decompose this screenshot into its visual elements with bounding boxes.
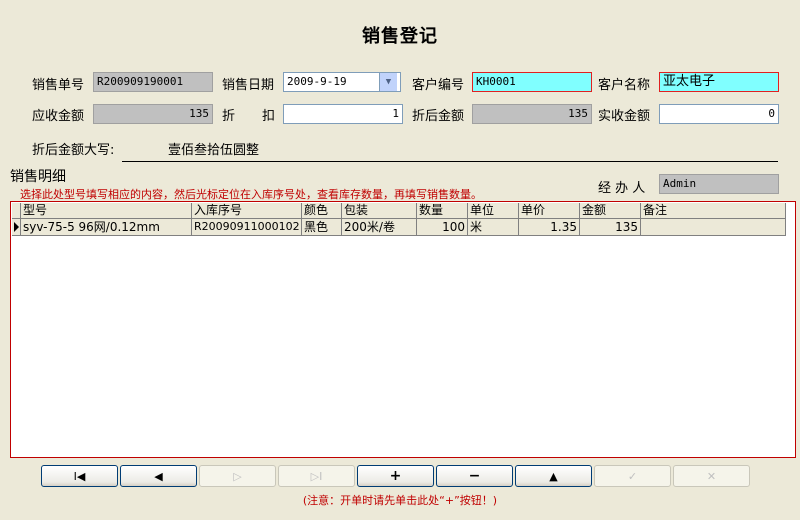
col-header-color[interactable]: 颜色: [302, 203, 342, 219]
col-header-price[interactable]: 单价: [519, 203, 580, 219]
cell-quantity[interactable]: 100: [417, 219, 468, 236]
col-header-remark[interactable]: 备注: [641, 203, 786, 219]
minus-icon: −: [468, 468, 481, 484]
cell-remark[interactable]: [641, 219, 786, 236]
cancel-button[interactable]: ✕: [673, 465, 750, 487]
check-icon: ✓: [627, 469, 638, 483]
customer-no-label: 客户编号: [412, 78, 465, 93]
next-record-button[interactable]: ▷: [199, 465, 276, 487]
col-header-model[interactable]: 型号: [21, 203, 192, 219]
sale-no-field[interactable]: R200909190001: [93, 72, 213, 92]
cell-model[interactable]: syv-75-5 96网/0.12mm: [21, 219, 192, 236]
col-header-stock-no[interactable]: 入库序号: [192, 203, 302, 219]
prev-icon: ◀: [154, 469, 163, 483]
col-header-package[interactable]: 包装: [342, 203, 417, 219]
cell-price[interactable]: 1.35: [519, 219, 580, 236]
received-field[interactable]: 0: [659, 104, 779, 124]
add-button[interactable]: +: [357, 465, 434, 487]
details-grid[interactable]: 型号 入库序号 颜色 包装 数量 单位 单价 金额 备注 syv-75-5 96…: [10, 201, 796, 458]
sale-date-label: 销售日期: [222, 78, 275, 93]
last-record-button[interactable]: ▷I: [278, 465, 355, 487]
table-row[interactable]: syv-75-5 96网/0.12mm R20090911000102 黑色 2…: [12, 219, 786, 236]
capital-value: 壹佰叁拾伍圆整: [168, 143, 260, 158]
last-icon: ▷I: [310, 469, 323, 483]
close-icon: ✕: [706, 469, 717, 483]
triangle-up-icon: ▲: [549, 469, 558, 483]
receivable-field[interactable]: 135: [93, 104, 213, 124]
cell-unit[interactable]: 米: [468, 219, 519, 236]
col-header-quantity[interactable]: 数量: [417, 203, 468, 219]
sale-date-value: 2009-9-19: [287, 75, 347, 88]
sale-date-select[interactable]: 2009-9-19 ▼: [283, 72, 401, 92]
row-indicator: [12, 219, 21, 236]
plus-icon: +: [389, 468, 402, 484]
after-discount-field[interactable]: 135: [472, 104, 592, 124]
cell-stock-no[interactable]: R20090911000102: [192, 219, 302, 236]
footer-note: (注意：开单时请先单击此处“+”按钮！): [302, 494, 498, 507]
received-label: 实收金额: [598, 109, 651, 124]
up-button[interactable]: ▲: [515, 465, 592, 487]
details-hint: 选择此处型号填写相应的内容，然后光标定位在入库序号处，查看库存数量，再填写销售数…: [20, 188, 482, 201]
next-icon: ▷: [233, 469, 242, 483]
page-title: 销售登记: [362, 26, 438, 47]
cell-package[interactable]: 200米/卷: [342, 219, 417, 236]
col-header-amount[interactable]: 金额: [580, 203, 641, 219]
receivable-label: 应收金额: [32, 109, 85, 124]
col-header-unit[interactable]: 单位: [468, 203, 519, 219]
customer-no-field[interactable]: KH0001: [472, 72, 592, 92]
sale-no-label: 销售单号: [32, 78, 85, 93]
header-indicator: [12, 203, 21, 219]
after-discount-label: 折后金额: [412, 109, 465, 124]
capital-label: 折后金额大写:: [32, 143, 115, 158]
discount-label-2: 扣: [262, 109, 276, 124]
save-button[interactable]: ✓: [594, 465, 671, 487]
customer-name-field[interactable]: 亚太电子: [659, 72, 779, 92]
details-section-label: 销售明细: [10, 169, 66, 185]
cell-color[interactable]: 黑色: [302, 219, 342, 236]
current-row-icon: [14, 222, 19, 232]
handler-label: 经 办 人: [598, 181, 646, 196]
cell-amount[interactable]: 135: [580, 219, 641, 236]
handler-field[interactable]: Admin: [659, 174, 779, 194]
chevron-down-icon[interactable]: ▼: [379, 73, 397, 91]
first-icon: I◀: [73, 469, 86, 483]
customer-name-label: 客户名称: [598, 78, 651, 93]
divider: [122, 161, 778, 162]
grid-header: 型号 入库序号 颜色 包装 数量 单位 单价 金额 备注: [12, 203, 786, 219]
delete-button[interactable]: −: [436, 465, 513, 487]
first-record-button[interactable]: I◀: [41, 465, 118, 487]
discount-field[interactable]: 1: [283, 104, 403, 124]
prev-record-button[interactable]: ◀: [120, 465, 197, 487]
discount-label-1: 折: [222, 109, 236, 124]
